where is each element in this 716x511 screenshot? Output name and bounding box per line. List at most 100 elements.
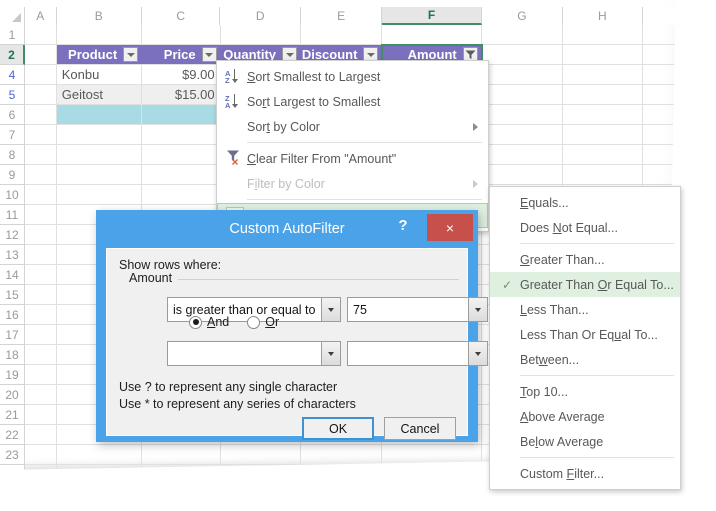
table-cell-product-4[interactable]: Konbu <box>57 65 143 84</box>
radio-and-icon[interactable] <box>189 315 202 329</box>
filter-dropdown-menu[interactable]: A Z Sort Smallest to Largest Z A Sort Largest… <box>216 60 489 232</box>
submenu-item-equals[interactable]: Equals... <box>490 190 680 215</box>
grid-cell[interactable] <box>57 185 143 204</box>
grid-cell[interactable] <box>142 165 221 184</box>
grid-cell[interactable] <box>563 105 643 124</box>
close-button[interactable]: × <box>427 214 473 241</box>
row-header-18[interactable]: 18 <box>0 345 25 365</box>
grid-cell[interactable] <box>57 165 143 184</box>
menu-item-sort-largest-to-smallest[interactable]: Z A Sort Largest to Smallest <box>217 89 488 114</box>
grid-cell[interactable] <box>482 25 564 44</box>
grid-cell[interactable] <box>25 425 57 444</box>
column-header-e[interactable]: E <box>300 7 383 25</box>
row-header-9[interactable]: 9 <box>0 165 25 185</box>
grid-cell[interactable] <box>25 285 57 304</box>
submenu-item-less-than-or-equal-to[interactable]: Less Than Or Equal To... <box>490 322 680 347</box>
row-header-17[interactable]: 17 <box>0 325 25 345</box>
grid-cell[interactable] <box>57 145 143 164</box>
grid-cell[interactable] <box>301 445 383 464</box>
row-header-21[interactable]: 21 <box>0 405 25 425</box>
row-header-11[interactable]: 11 <box>0 205 25 225</box>
grid-cell[interactable] <box>221 445 302 464</box>
grid-cell[interactable] <box>563 145 643 164</box>
ok-button[interactable]: OK <box>302 417 374 440</box>
row-header-6[interactable]: 6 <box>0 105 25 125</box>
row-header-16[interactable]: 16 <box>0 305 25 325</box>
table-total-row-cell[interactable] <box>142 105 221 124</box>
table-cell-product-5[interactable]: Geitost <box>56 85 143 104</box>
grid-cell[interactable] <box>25 385 57 404</box>
grid-cell[interactable] <box>25 205 57 224</box>
submenu-item-top-10[interactable]: Top 10... <box>490 379 680 404</box>
select-all-corner[interactable] <box>0 7 25 25</box>
menu-item-sort-by-color[interactable]: Sort by Color <box>217 114 488 139</box>
submenu-item-between[interactable]: Between... <box>490 347 680 372</box>
submenu-item-above-average[interactable]: Above Average <box>490 404 680 429</box>
grid-cell[interactable] <box>25 265 57 284</box>
value1-combo[interactable]: 75 <box>347 297 488 322</box>
grid-cell[interactable] <box>25 325 57 344</box>
grid-cell[interactable] <box>563 165 643 184</box>
row-header-13[interactable]: 13 <box>0 245 25 265</box>
grid-cell[interactable] <box>482 105 564 124</box>
row-header-5[interactable]: 5 <box>0 85 25 105</box>
submenu-item-greater-than-or-equal-to[interactable]: ✓ Greater Than Or Equal To... <box>490 272 680 297</box>
value2-input[interactable] <box>347 341 469 366</box>
row-header-4[interactable]: 4 <box>0 65 25 85</box>
row-header-7[interactable]: 7 <box>0 125 25 145</box>
table-header-cell-product[interactable]: Product <box>56 45 143 64</box>
grid-cell[interactable] <box>482 145 564 164</box>
value2-combo[interactable] <box>347 341 488 366</box>
column-header-g[interactable]: G <box>481 7 564 25</box>
grid-cell[interactable] <box>142 25 221 44</box>
table-total-row-cell[interactable] <box>56 105 143 124</box>
table-header-cell-price[interactable]: Price <box>142 45 221 64</box>
condition1-dropdown-icon[interactable] <box>322 297 341 322</box>
grid-cell[interactable] <box>57 125 143 144</box>
grid-cell[interactable] <box>25 365 57 384</box>
grid-cell[interactable] <box>57 25 143 44</box>
grid-cell[interactable] <box>142 185 221 204</box>
grid-cell[interactable] <box>482 65 564 84</box>
column-header-d[interactable]: D <box>220 7 301 25</box>
help-button[interactable]: ? <box>393 217 413 234</box>
grid-cell[interactable] <box>25 65 57 84</box>
grid-cell[interactable] <box>25 245 57 264</box>
column-header-h[interactable]: H <box>563 7 643 25</box>
grid-cell[interactable] <box>25 25 57 44</box>
table-cell-price-4[interactable]: $9.00 <box>142 65 221 84</box>
radio-and[interactable]: And <box>189 315 229 329</box>
filter-dropdown-icon[interactable] <box>123 47 139 62</box>
menu-item-clear-filter-from-amount[interactable]: Clear Filter From "Amount" <box>217 146 488 171</box>
grid-cell[interactable] <box>301 25 383 44</box>
condition2-combo[interactable] <box>167 341 341 366</box>
submenu-item-less-than[interactable]: Less Than... <box>490 297 680 322</box>
grid-cell[interactable] <box>482 125 564 144</box>
grid-cell[interactable] <box>482 165 564 184</box>
submenu-item-does-not-equal[interactable]: Does Not Equal... <box>490 215 680 240</box>
cancel-button[interactable]: Cancel <box>384 417 456 440</box>
row-header-10[interactable]: 10 <box>0 185 25 205</box>
submenu-item-greater-than[interactable]: Greater Than... <box>490 247 680 272</box>
grid-cell[interactable] <box>25 85 57 104</box>
number-filters-submenu[interactable]: Equals... Does Not Equal... Greater Than..… <box>489 186 681 490</box>
value2-dropdown-icon[interactable] <box>469 341 488 366</box>
row-header-12[interactable]: 12 <box>0 225 25 245</box>
row-header-22[interactable]: 22 <box>0 425 25 445</box>
submenu-item-below-average[interactable]: Below Average <box>490 429 680 454</box>
grid-cell[interactable] <box>482 45 564 64</box>
submenu-item-custom-filter[interactable]: Custom Filter... <box>490 461 680 486</box>
grid-cell[interactable] <box>25 445 57 464</box>
grid-cell[interactable] <box>563 25 643 44</box>
grid-cell[interactable] <box>382 25 482 44</box>
grid-cell[interactable] <box>25 105 57 124</box>
grid-cell[interactable] <box>142 145 221 164</box>
grid-cell[interactable] <box>25 45 57 64</box>
grid-cell[interactable] <box>482 85 564 104</box>
table-cell-price-5[interactable]: $15.00 <box>142 85 221 104</box>
condition2-value[interactable] <box>167 341 322 366</box>
grid-cell[interactable] <box>563 85 643 104</box>
grid-cell[interactable] <box>25 345 57 364</box>
radio-or[interactable]: Or <box>247 315 279 329</box>
menu-item-sort-smallest-to-largest[interactable]: A Z Sort Smallest to Largest <box>217 64 488 89</box>
